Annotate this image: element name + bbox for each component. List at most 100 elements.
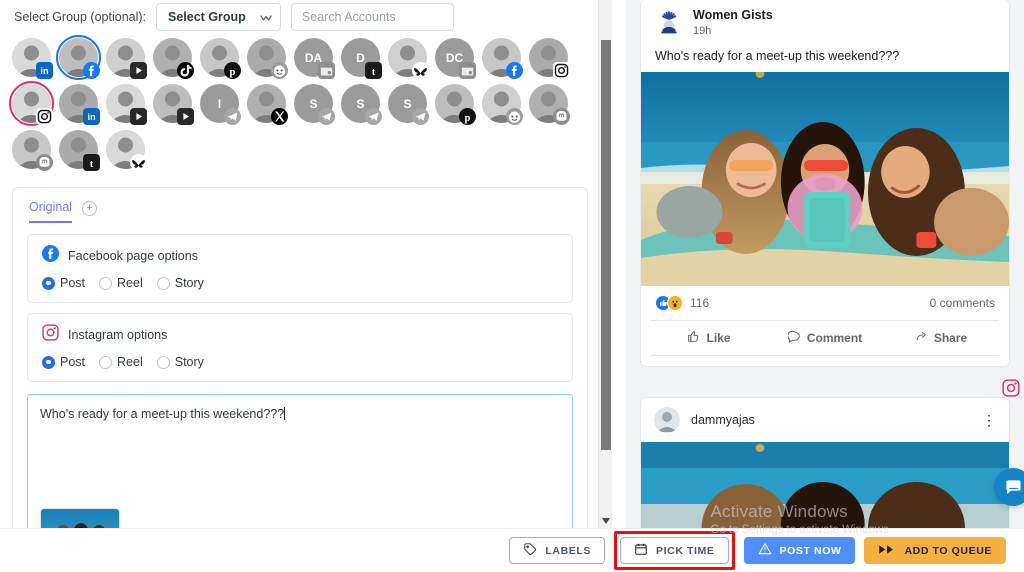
support-chat-button[interactable] [994,468,1024,506]
facebook-post-type-radios: Post Reel Story [42,276,558,290]
preview-column: Women Gists 19h Who's ready for a meet-u… [626,0,1024,572]
telegram-account-2[interactable]: S [294,84,335,125]
mastodon-account-1[interactable] [529,84,570,125]
pick-time-button[interactable]: PICK TIME [620,537,729,564]
facebook-options-box: Facebook page options Post Reel Story [27,234,573,303]
pick-time-highlight: PICK TIME [614,531,735,570]
facebook-radio-story[interactable]: Story [156,276,204,290]
instagram-account-1[interactable] [529,38,570,79]
radio-label: Story [174,355,204,369]
twitter-badge-icon [271,108,288,125]
instagram-preview-image [641,441,1009,532]
mastodon-badge-icon [36,154,53,171]
gbp-account-1[interactable]: DA [294,38,335,79]
youtube-account-3[interactable] [153,84,194,125]
telegram-account-4[interactable]: S [388,84,429,125]
preview-like-button[interactable]: Like [651,321,767,355]
instagram-radio-story[interactable]: Story [156,355,204,369]
button-label: LABELS [545,544,592,557]
bluesky-account-1[interactable] [388,38,429,79]
pinterest-account-1[interactable]: p [200,38,241,79]
instagram-radio-reel[interactable]: Reel [99,355,143,369]
facebook-badge-icon [83,62,100,79]
telegram-badge-icon [365,108,382,125]
svg-text:D: D [356,51,365,65]
tiktok-account-1[interactable] [153,38,194,79]
comment-count: 0 comments [929,295,995,310]
tumblr-account-1[interactable]: Dt [341,38,382,79]
button-label: POST NOW [779,544,842,557]
telegram-account-1[interactable]: I [200,84,241,125]
radio-label: Story [174,276,204,290]
instagram-badge-icon [1002,379,1020,397]
instagram-preview-header: dammyajas ⋮ [641,398,1009,442]
reddit-badge-icon [506,108,523,125]
facebook-radio-post[interactable]: Post [42,276,85,290]
youtube-badge-icon [177,108,194,125]
facebook-preview-card: Women Gists 19h Who's ready for a meet-u… [640,0,1010,367]
svg-text:I: I [218,97,221,111]
scroll-down-arrow-icon[interactable] [599,514,612,528]
instagram-more-options-icon[interactable]: ⋮ [982,412,996,427]
preview-share-button[interactable]: Share [883,321,999,355]
radio-dot [156,276,170,290]
tag-icon [523,542,537,559]
telegram-account-3[interactable]: S [341,84,382,125]
tab-original[interactable]: Original [29,200,73,223]
youtube-account-1[interactable] [106,38,147,79]
svg-text:p: p [230,67,236,78]
twitter-account-1[interactable] [247,84,288,125]
radio-label: Post [60,276,86,290]
facebook-account-1[interactable] [56,35,101,80]
tumblr-badge-icon: t [365,62,382,79]
calendar-icon [634,542,648,559]
select-group-dropdown[interactable]: Select Group [156,3,281,31]
telegram-badge-icon [412,108,429,125]
instagram-post-type-radios: Post Reel Story [42,355,558,369]
bluesky-account-2[interactable] [106,130,147,171]
youtube-account-2[interactable] [106,84,147,125]
tumblr-account-2[interactable]: t [59,130,100,171]
pinterest-badge-icon: p [224,62,241,79]
radio-label: Reel [117,276,143,290]
facebook-preview-header: Women Gists 19h [641,0,1009,40]
radio-label: Post [60,355,86,369]
svg-text:in: in [40,66,49,76]
bluesky-badge-icon [130,154,147,171]
add-variant-button[interactable]: + [82,200,98,216]
facebook-account-2[interactable] [482,38,523,79]
telegram-badge-icon [224,108,241,125]
pinterest-badge-icon: p [459,108,476,125]
mastodon-account-2[interactable] [12,130,53,171]
instagram-options-header: Instagram options [42,324,558,346]
pinterest-account-2[interactable]: p [435,84,476,125]
radio-dot [42,276,55,290]
action-bar: LABELS PICK TIME POST NOW ADD TO QUEUE [0,528,1024,572]
linkedin-account-2[interactable]: in [59,84,100,125]
instagram-account-2[interactable] [9,81,54,126]
linkedin-badge-icon: in [36,62,53,79]
scrollbar-thumb[interactable] [601,40,611,450]
composer-scrollbar[interactable] [598,0,612,572]
gbp-account-2[interactable]: DC [435,38,476,79]
labels-button[interactable]: LABELS [509,537,606,564]
search-accounts-input[interactable] [290,3,454,31]
youtube-badge-icon [130,62,147,79]
add-to-queue-button[interactable]: ADD TO QUEUE [864,537,1006,564]
comment-bubble-icon [787,330,801,346]
reddit-account-1[interactable] [247,38,288,79]
reaction-icons [655,294,683,311]
svg-text:S: S [309,97,317,111]
facebook-options-header: Facebook page options [42,245,558,267]
instagram-radio-post[interactable]: Post [42,355,85,369]
linkedin-account-1[interactable]: in [12,38,53,79]
preview-comment-button[interactable]: Comment [767,321,883,355]
svg-text:t: t [90,159,94,170]
select-group-label: Select Group (optional): [14,10,147,24]
facebook-radio-reel[interactable]: Reel [99,276,143,290]
reddit-account-2[interactable] [482,84,523,125]
post-now-button[interactable]: POST NOW [743,537,856,564]
svg-text:S: S [356,97,364,111]
fast-forward-icon [878,543,896,559]
reaction-count: 116 [690,295,710,310]
